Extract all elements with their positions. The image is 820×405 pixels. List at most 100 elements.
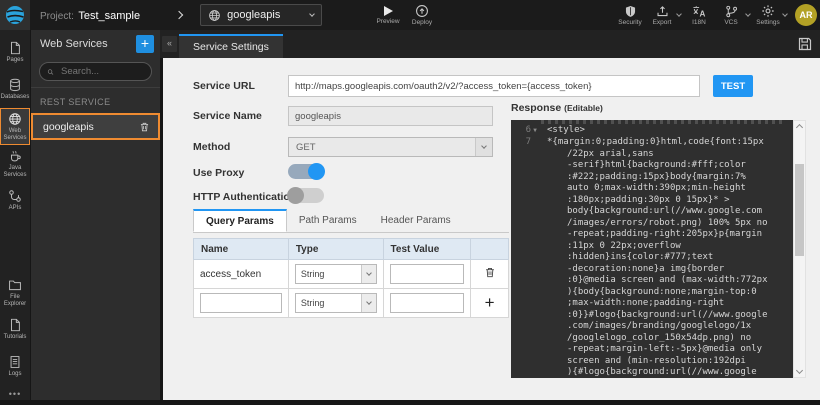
chevron-down-icon — [361, 265, 376, 283]
service-settings-content: Service URL TEST Service Name Method GET… — [160, 58, 820, 400]
test-value-input[interactable] — [390, 264, 465, 284]
param-tabs: Query Params Path Params Header Params — [193, 209, 509, 233]
code-line: -serif}html{background:#fff;color — [511, 160, 793, 172]
chevron-down-icon[interactable] — [676, 11, 682, 17]
code-line: :#222;padding:15px}body{margin:7% — [511, 172, 793, 184]
toggle-knob — [308, 163, 325, 180]
code-line: ){body{background:none;margin-top:0 — [511, 287, 793, 299]
code-line: /images/errors/robot.png) 100% 5px no — [511, 218, 793, 230]
tab-path-params[interactable]: Path Params — [287, 209, 369, 232]
code-line: -repeat;padding-right:205px}p{margin — [511, 229, 793, 241]
deploy-button[interactable]: Deploy — [408, 0, 436, 30]
add-service-button[interactable]: + — [136, 35, 154, 53]
service-selector-dropdown[interactable]: googleapis — [200, 4, 322, 26]
branch-icon — [725, 5, 738, 18]
response-code-editor[interactable]: 6▼<style>7*{margin:0;padding:0}html,code… — [511, 120, 793, 378]
service-list-item-googleapis[interactable]: googleapis — [31, 113, 160, 140]
use-proxy-toggle[interactable] — [288, 164, 324, 179]
bottom-edge-bar — [0, 400, 820, 405]
project-breadcrumb: Project: Test_sample — [40, 6, 140, 24]
code-line: ){#logo{background:url(//www.google — [511, 367, 793, 378]
tab-bar: « Service Settings — [160, 30, 820, 58]
code-line: screen and (min-resolution:192dpi — [511, 356, 793, 368]
code-line: :11px 0 22px;overflow — [511, 241, 793, 253]
code-line: auto 0;max-width:390px;min-height — [511, 183, 793, 195]
app-logo[interactable] — [0, 0, 30, 30]
collapse-panel-button[interactable]: « — [162, 36, 177, 52]
test-value-input[interactable] — [390, 293, 465, 313]
code-line: /googlelogo_color_150x54dp.png) no — [511, 333, 793, 345]
page-icon — [8, 318, 22, 332]
main-area: « Service Settings Service URL TEST Serv… — [160, 30, 820, 405]
export-button[interactable]: Export — [648, 0, 676, 30]
brand-logo-icon — [5, 5, 25, 25]
chevron-down-icon — [361, 294, 376, 312]
gear-icon — [761, 4, 775, 18]
sidebar-item-apis[interactable]: APIs — [0, 182, 30, 219]
tab-query-params[interactable]: Query Params — [193, 209, 287, 232]
project-label: Project: — [40, 11, 74, 22]
code-line: :0}}#logo{background:url(//www.google — [511, 310, 793, 322]
col-header-actions — [471, 239, 509, 260]
sidebar-item-databases[interactable]: Databases — [0, 71, 30, 108]
sidebar-item-file-explorer[interactable]: File Explorer — [0, 274, 30, 311]
vcs-button[interactable]: VCS — [717, 0, 745, 30]
tab-service-settings[interactable]: Service Settings — [179, 34, 283, 58]
folder-icon — [8, 278, 22, 292]
service-url-label: Service URL — [193, 80, 255, 92]
service-name-input[interactable] — [288, 106, 493, 126]
param-name-input[interactable] — [200, 293, 282, 313]
sidebar-item-tutorials[interactable]: Tutorials — [0, 311, 30, 348]
chevron-down-icon[interactable] — [745, 11, 751, 17]
user-avatar[interactable]: AR — [795, 4, 817, 26]
scroll-up-arrow-icon[interactable] — [796, 124, 803, 131]
search-icon — [47, 67, 54, 77]
col-header-type: Type — [288, 239, 383, 260]
test-button[interactable]: TEST — [713, 75, 753, 97]
api-nodes-icon — [8, 189, 22, 203]
tab-header-params[interactable]: Header Params — [369, 209, 463, 232]
preview-button[interactable]: Preview — [374, 0, 402, 30]
service-url-input[interactable] — [288, 75, 700, 97]
code-line: .com/images/branding/googlelogo/1x — [511, 321, 793, 333]
scrollbar-thumb[interactable] — [795, 164, 804, 256]
delete-param-button[interactable] — [484, 266, 496, 282]
code-line: /22px arial,sans — [511, 149, 793, 161]
shield-icon — [624, 5, 637, 18]
chevron-right-icon — [175, 11, 183, 19]
settings-button[interactable]: Settings — [754, 0, 782, 30]
chevron-down-icon[interactable] — [782, 11, 788, 17]
sidebar-item-web-services[interactable]: Web Services — [0, 108, 30, 145]
table-row: access_token String — [194, 260, 509, 289]
save-icon[interactable] — [797, 36, 813, 52]
table-header-row: Name Type Test Value — [194, 239, 509, 260]
trash-icon[interactable] — [139, 121, 150, 133]
rest-service-section-label: REST SERVICE — [31, 87, 160, 113]
code-line: 7*{margin:0;padding:0}html,code{font:15p… — [511, 137, 793, 149]
response-label: Response (Editable) — [511, 102, 603, 114]
service-name-label: Service Name — [193, 110, 262, 122]
export-label: Export — [653, 19, 672, 26]
sidebar-item-logs[interactable]: Logs — [0, 348, 30, 385]
code-line: ;max-width:none;padding-right — [511, 298, 793, 310]
sidebar-item-pages[interactable]: Pages — [0, 34, 30, 71]
code-line: :180px;padding:30px 0 15px}* > — [511, 195, 793, 207]
i18n-button[interactable]: A I18N — [685, 0, 713, 30]
scroll-down-arrow-icon[interactable] — [796, 367, 803, 374]
method-select[interactable]: GET — [288, 137, 493, 157]
search-input[interactable] — [59, 65, 144, 78]
security-button[interactable]: Security — [616, 0, 644, 30]
editor-scrollbar[interactable] — [793, 120, 806, 378]
page-icon — [8, 41, 22, 55]
add-param-button[interactable]: + — [485, 296, 495, 311]
clipped-code-line — [541, 120, 783, 124]
http-auth-toggle[interactable] — [288, 188, 324, 203]
toggle-knob — [287, 187, 304, 204]
trash-icon — [484, 266, 496, 279]
deploy-cloud-up-icon — [415, 4, 429, 18]
param-type-select[interactable]: String — [295, 293, 377, 313]
param-type-select[interactable]: String — [295, 264, 377, 284]
sidebar-item-java-services[interactable]: Java Services — [0, 145, 30, 182]
globe-icon — [8, 112, 22, 126]
document-lines-icon — [8, 355, 22, 369]
